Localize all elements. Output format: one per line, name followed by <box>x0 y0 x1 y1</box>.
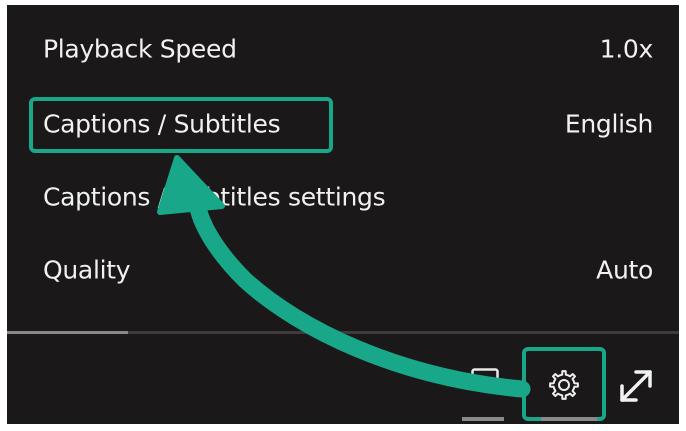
menu-item-label: Captions / Subtitles settings <box>43 182 386 212</box>
progress-bar[interactable] <box>7 331 679 334</box>
menu-item-quality[interactable]: Quality Auto <box>7 235 679 305</box>
menu-item-value: English <box>564 109 653 139</box>
captions-button[interactable] <box>471 367 499 391</box>
menu-item-playback-speed[interactable]: Playback Speed 1.0x <box>7 14 679 84</box>
menu-item-captions-subtitles[interactable]: Captions / Subtitles English <box>7 89 679 159</box>
captions-icon <box>471 368 499 390</box>
gear-icon <box>549 370 579 400</box>
progress-fill <box>7 331 128 334</box>
video-player: Playback Speed 1.0x Captions / Subtitles… <box>7 5 679 424</box>
menu-item-label: Playback Speed <box>43 34 237 64</box>
menu-item-label: Quality <box>43 255 131 285</box>
fullscreen-button[interactable] <box>613 363 659 409</box>
settings-active-indicator <box>541 417 597 421</box>
menu-item-value: 1.0x <box>599 34 654 64</box>
menu-item-label: Captions / Subtitles <box>43 109 281 139</box>
menu-item-value: Auto <box>596 255 653 285</box>
fullscreen-icon <box>620 370 652 402</box>
settings-button[interactable] <box>525 351 603 419</box>
menu-item-captions-subtitles-settings[interactable]: Captions / Subtitles settings <box>7 162 679 232</box>
captions-active-indicator <box>462 417 504 421</box>
